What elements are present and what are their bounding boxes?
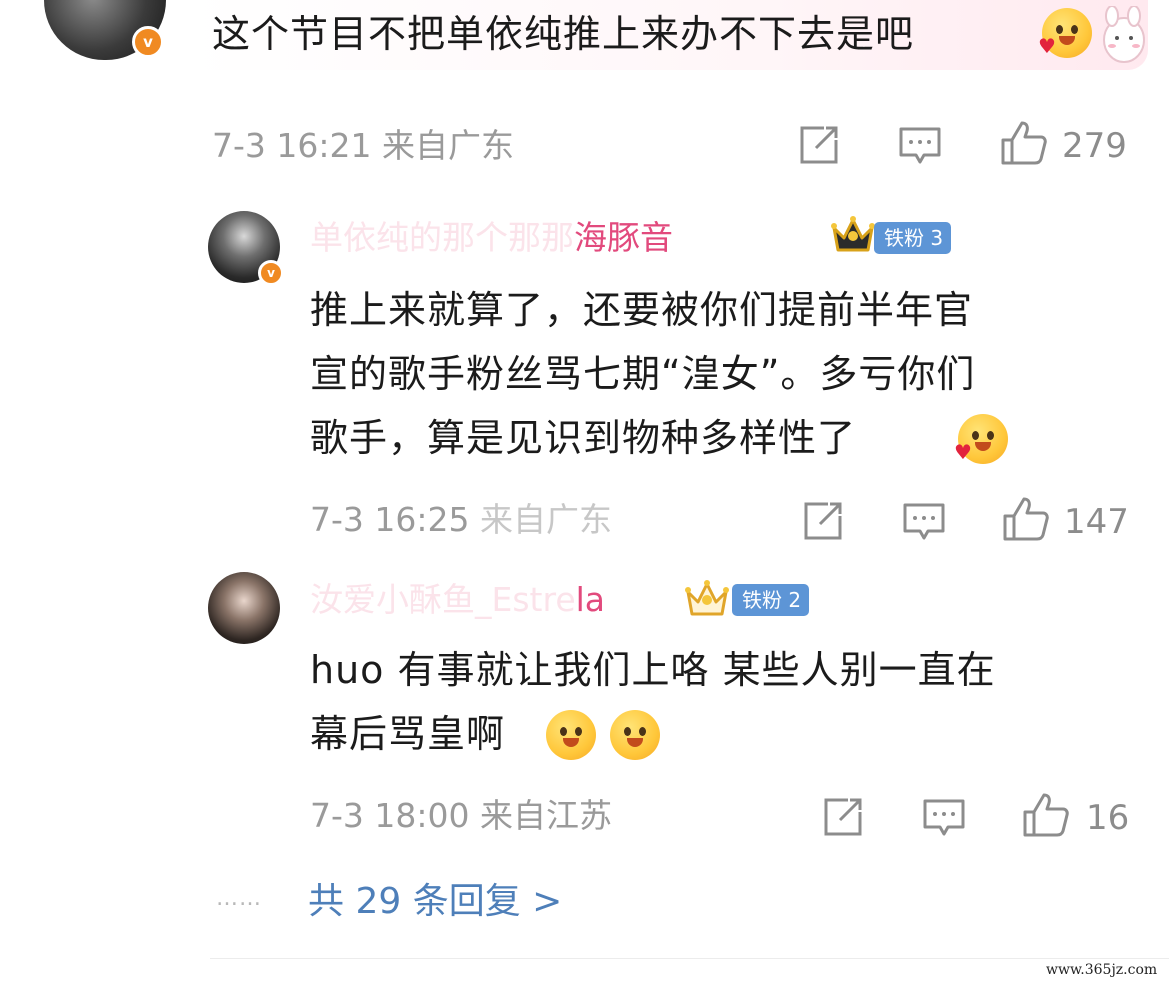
watermark: www.365jz.com (1046, 962, 1158, 978)
emoji-icon (610, 710, 660, 760)
comment-text: 这个节目不把单依纯推上来办不下去是吧 (212, 12, 915, 56)
crown-icon (830, 214, 876, 260)
reply-text-line: 宣的歌手粉丝骂七期“湟女”。多亏你们 (310, 352, 976, 396)
verified-icon: v (132, 26, 164, 58)
share-icon[interactable] (798, 124, 840, 170)
verified-icon: v (258, 260, 284, 286)
emoji-icon: ♥ (954, 414, 1008, 464)
like-icon[interactable] (1022, 792, 1070, 842)
like-icon[interactable] (1000, 120, 1048, 170)
comment-icon[interactable] (898, 126, 942, 170)
reply-text-line: huo 有事就让我们上咯 某些人别一直在 (310, 648, 996, 692)
reply-text-line: 幕后骂皇啊 (310, 712, 506, 756)
reply-text-line: 歌手，算是见识到物种多样性了 (310, 416, 857, 460)
username-blurred: 汝爱小酥鱼_Estre (310, 580, 576, 619)
emoji-icon: ♥ (1038, 8, 1092, 58)
like-count: 16 (1086, 798, 1130, 838)
reply-text-line: 推上来就算了，还要被你们提前半年官 (310, 288, 974, 332)
reply-time: 7-3 16:25 (310, 500, 470, 539)
avatar[interactable] (208, 572, 280, 644)
view-all-replies-link[interactable]: 共 29 条回复 > (308, 880, 562, 924)
like-count: 147 (1064, 502, 1129, 542)
username[interactable]: 单依纯的那个那那海豚音 (310, 218, 673, 258)
emoji-icon (546, 710, 596, 760)
username-visible: 海豚音 (574, 218, 673, 257)
username-visible: la (575, 580, 606, 619)
share-icon[interactable] (822, 796, 864, 842)
username-blurred: 单依纯的那个那那 (310, 218, 574, 257)
share-icon[interactable] (802, 500, 844, 546)
comment-icon[interactable] (902, 502, 946, 546)
comment-icon[interactable] (922, 798, 966, 842)
reply-timestamp: 7-3 16:25 来自广东 (310, 500, 612, 540)
like-count: 279 (1062, 126, 1127, 166)
fan-level-badge: 铁粉 2 (732, 584, 810, 616)
comment-timestamp: 7-3 16:21 来自广东 (212, 126, 514, 165)
divider (210, 958, 1169, 959)
reply-timestamp: 7-3 18:00 来自江苏 (310, 796, 612, 835)
crown-icon (684, 578, 730, 624)
ellipsis-indicator: …… (216, 886, 262, 911)
sticker-decoration (1098, 5, 1150, 68)
reply-location: 来自广东 (480, 500, 612, 539)
fan-level-badge: 铁粉 3 (874, 222, 952, 254)
like-icon[interactable] (1002, 496, 1050, 546)
username[interactable]: 汝爱小酥鱼_Estrela (310, 580, 605, 620)
